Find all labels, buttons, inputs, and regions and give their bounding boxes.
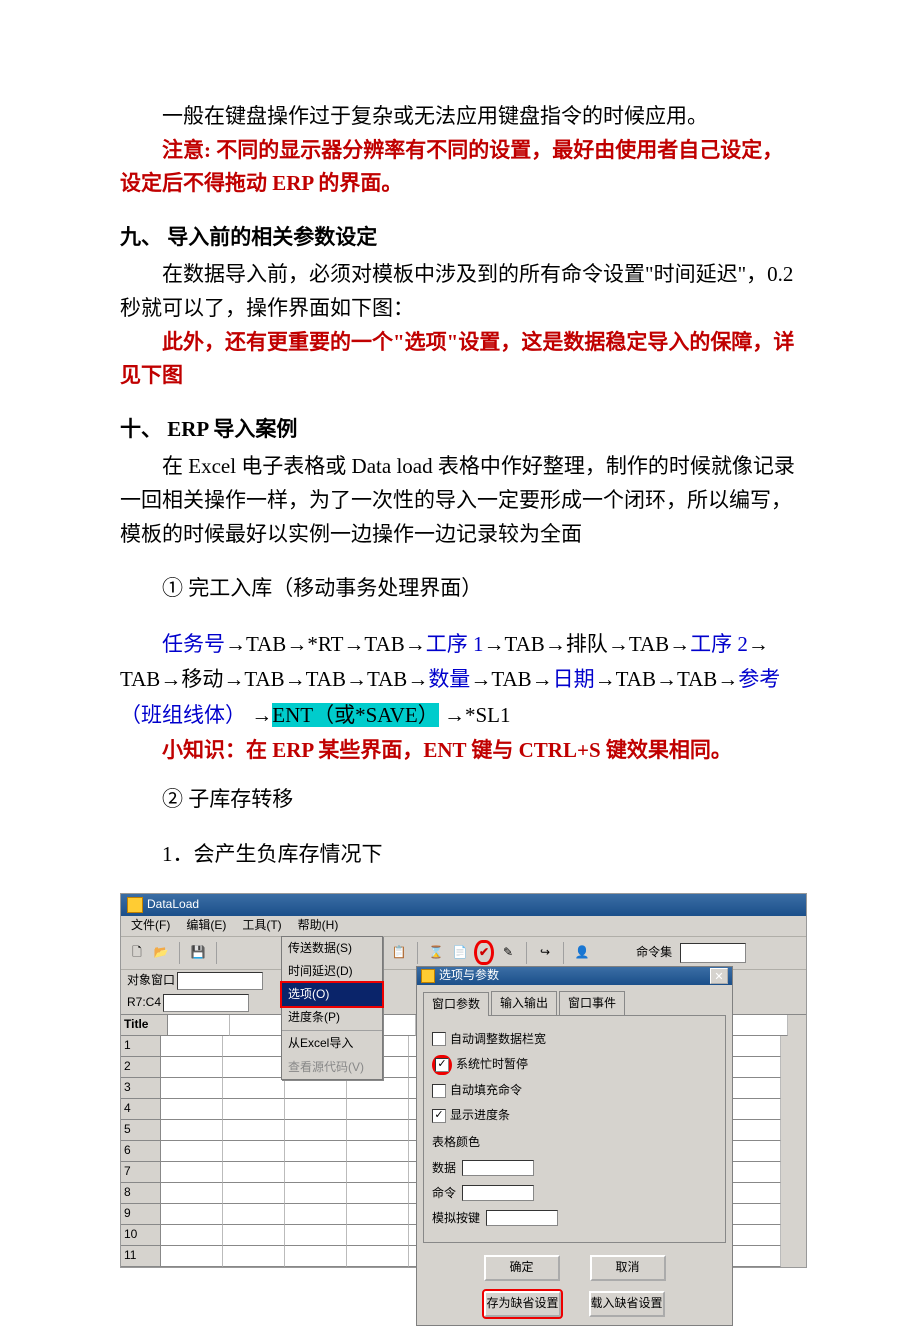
menu-time-delay[interactable]: 时间延迟(D) xyxy=(282,960,382,983)
app-screenshot: DataLoad 文件(F) 编辑(E) 工具(T) 帮助(H) 🗋 📂 💾 📋… xyxy=(120,893,807,1268)
row-header: 7 xyxy=(121,1162,161,1183)
color-swatch[interactable] xyxy=(462,1160,534,1176)
chk-pause-busy: 系统忙时暂停 xyxy=(456,1055,528,1074)
step-label: ② 子库存转移 xyxy=(120,783,800,817)
row-header: 9 xyxy=(121,1204,161,1225)
save-icon[interactable]: 💾 xyxy=(188,943,208,963)
group-label: 表格颜色 xyxy=(432,1133,717,1152)
chk-auto-width: 自动调整数据栏宽 xyxy=(450,1030,546,1049)
menu-progress[interactable]: 进度条(P) xyxy=(282,1006,382,1029)
save-default-button[interactable]: 存为缺省设置 xyxy=(484,1291,560,1317)
new-icon[interactable]: 🗋 xyxy=(127,943,147,963)
sequence-line: 任务号→TAB→*RT→TAB→工序 1→TAB→排队→TAB→工序 2→ xyxy=(120,627,800,663)
menu-send-data[interactable]: 传送数据(S) xyxy=(282,937,382,960)
checkbox[interactable] xyxy=(432,1032,446,1046)
export-icon[interactable]: ↪ xyxy=(535,943,555,963)
ok-button[interactable]: 确定 xyxy=(484,1255,560,1281)
checkbox[interactable] xyxy=(432,1109,446,1123)
circled-check-icon[interactable]: ✔ xyxy=(474,940,494,965)
paste-icon[interactable]: 📋 xyxy=(389,943,409,963)
menubar: 文件(F) 编辑(E) 工具(T) 帮助(H) xyxy=(121,916,806,937)
heading-10: 十、 ERP 导入案例 xyxy=(120,413,800,447)
target-window-input[interactable] xyxy=(177,972,263,990)
row-header: 1 xyxy=(121,1036,161,1057)
color-cmd-label: 命令 xyxy=(432,1184,456,1203)
hourglass-icon[interactable]: ⌛ xyxy=(426,943,446,963)
sequence-line: TAB→移动→TAB→TAB→TAB→数量→TAB→日期→TAB→TAB→参考（… xyxy=(120,662,800,733)
row-header: 4 xyxy=(121,1099,161,1120)
dialog-title: 选项与参数 xyxy=(439,966,499,985)
color-keys-label: 模拟按键 xyxy=(432,1209,480,1228)
col-header: Title xyxy=(121,1015,168,1036)
notice-paragraph: 此外，还有更重要的一个"选项"设置，这是数据稳定导入的保障，详见下图 xyxy=(120,326,800,393)
target-window-label: 对象窗口 xyxy=(127,971,175,990)
options-dialog: 选项与参数 ✕ 窗口参数 输入输出 窗口事件 自动调整数据栏宽 系统忙时暂停 自… xyxy=(416,966,733,1326)
load-default-button[interactable]: 载入缺省设置 xyxy=(589,1291,665,1317)
row-header: 5 xyxy=(121,1120,161,1141)
open-icon[interactable]: 📂 xyxy=(151,943,171,963)
notice-paragraph: 注意: 不同的显示器分辨率有不同的设置，最好由使用者自己设定，设定后不得拖动 E… xyxy=(120,134,800,201)
tab-events[interactable]: 窗口事件 xyxy=(559,991,625,1015)
cmdset-input[interactable] xyxy=(680,943,746,963)
paragraph: 在 Excel 电子表格或 Data load 表格中作好整理，制作的时候就像记… xyxy=(120,450,800,551)
warn-icon[interactable]: 👤 xyxy=(572,943,592,963)
row-header: 11 xyxy=(121,1246,161,1267)
menu-import-excel[interactable]: 从Excel导入 xyxy=(282,1032,382,1055)
menu-tools[interactable]: 工具(T) xyxy=(234,914,289,937)
check-doc-icon[interactable]: 📄 xyxy=(450,943,470,963)
titlebar: DataLoad xyxy=(121,894,806,916)
row-header: 3 xyxy=(121,1078,161,1099)
tip-paragraph: 小知识：在 ERP 某些界面，ENT 键与 CTRL+S 键效果相同。 xyxy=(120,734,800,768)
paragraph: 一般在键盘操作过于复杂或无法应用键盘指令的时候应用。 xyxy=(120,100,800,134)
app-icon xyxy=(127,897,143,913)
row-header: 8 xyxy=(121,1183,161,1204)
heading-9: 九、 导入前的相关参数设定 xyxy=(120,221,800,255)
color-swatch[interactable] xyxy=(462,1185,534,1201)
chk-progress: 显示进度条 xyxy=(450,1106,510,1125)
app-title: DataLoad xyxy=(147,895,199,914)
row-header: 6 xyxy=(121,1141,161,1162)
cmdset-label: 命令集 xyxy=(636,943,672,962)
paragraph: 在数据导入前，必须对模板中涉及到的所有命令设置"时间延迟"，0.2 秒就可以了，… xyxy=(120,258,800,325)
menu-file[interactable]: 文件(F) xyxy=(123,914,178,937)
step-sub: 1．会产生负库存情况下 xyxy=(120,838,800,872)
color-swatch[interactable] xyxy=(486,1210,558,1226)
cellref-label: R7:C4 xyxy=(127,993,161,1012)
tools-dropdown: 传送数据(S) 时间延迟(D) 选项(O) 进度条(P) 从Excel导入 查看… xyxy=(281,936,383,1080)
dialog-icon xyxy=(421,969,435,983)
menu-options[interactable]: 选项(O) xyxy=(282,983,382,1006)
color-data-label: 数据 xyxy=(432,1159,456,1178)
tab-window-params[interactable]: 窗口参数 xyxy=(423,992,489,1016)
checkbox[interactable] xyxy=(435,1058,449,1072)
cellref-input[interactable] xyxy=(163,994,249,1012)
close-icon[interactable]: ✕ xyxy=(710,968,728,984)
tab-io[interactable]: 输入输出 xyxy=(491,991,557,1015)
menu-view-src: 查看源代码(V) xyxy=(282,1056,382,1079)
chk-autofill: 自动填充命令 xyxy=(450,1081,522,1100)
step-label: ① 完工入库（移动事务处理界面） xyxy=(120,572,800,606)
row-header: 2 xyxy=(121,1057,161,1078)
checkbox[interactable] xyxy=(432,1084,446,1098)
menu-help[interactable]: 帮助(H) xyxy=(290,914,347,937)
cancel-button[interactable]: 取消 xyxy=(590,1255,666,1281)
row-header: 10 xyxy=(121,1225,161,1246)
menu-edit[interactable]: 编辑(E) xyxy=(178,914,234,937)
wand-icon[interactable]: ✎ xyxy=(498,943,518,963)
